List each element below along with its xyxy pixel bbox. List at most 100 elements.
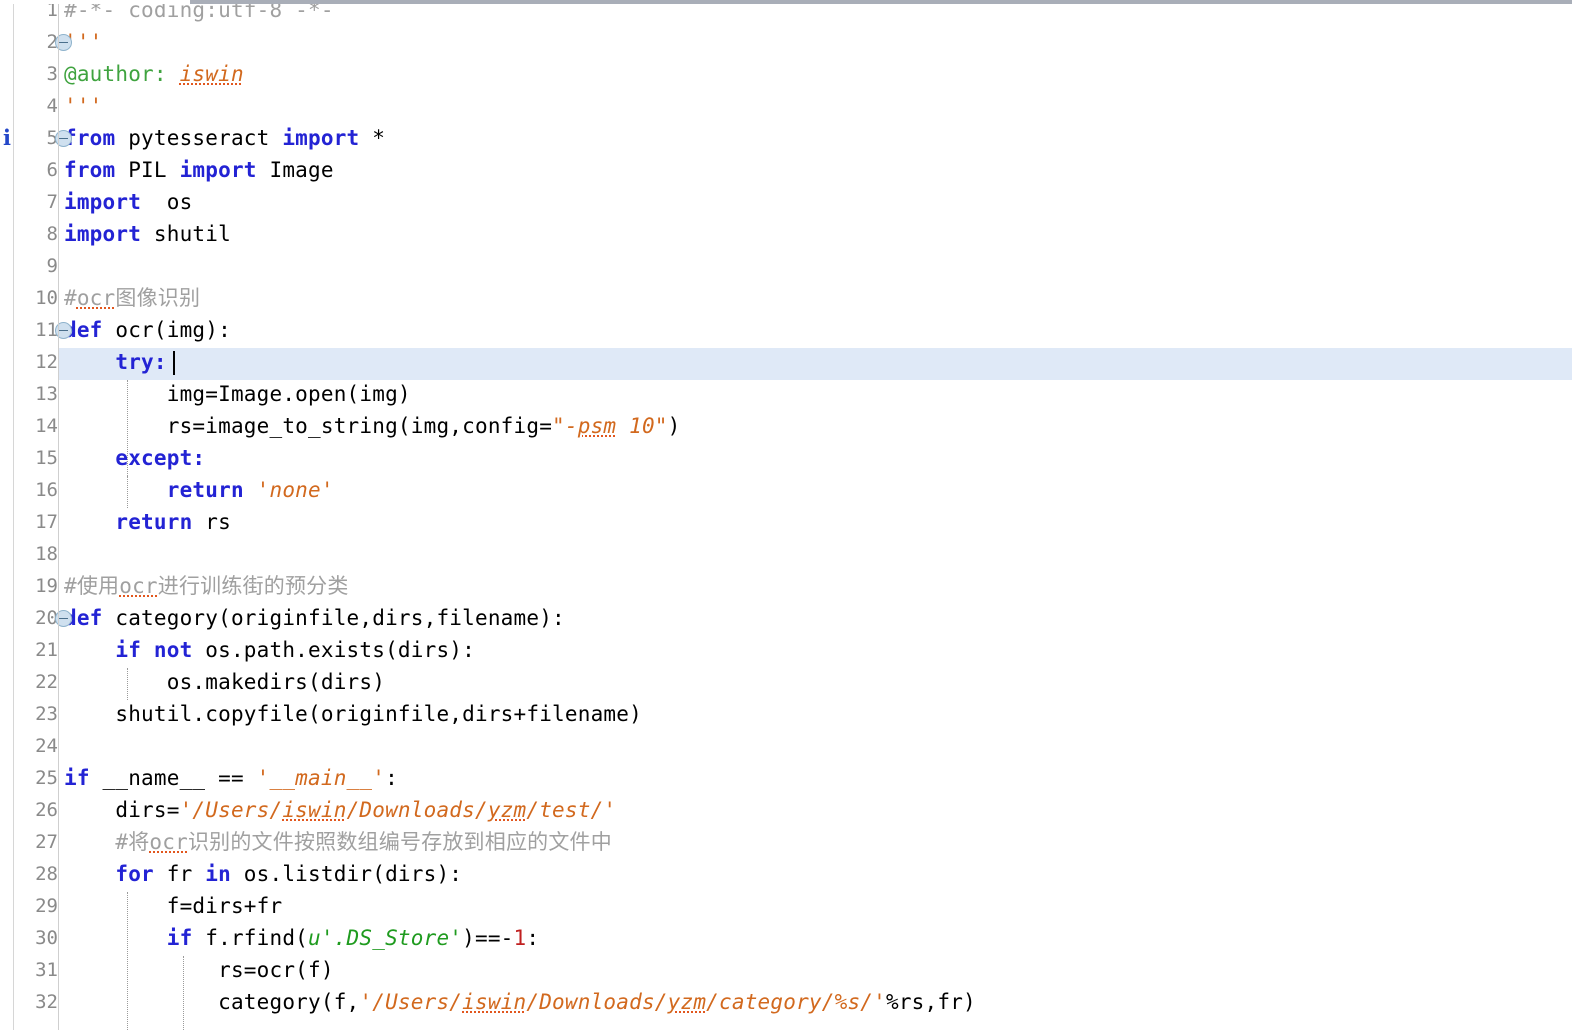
line-26-str-b: /Downloads/ (346, 798, 488, 822)
line-13-text: img=Image.open(img) (64, 382, 411, 406)
line-20-sig: category(originfile,dirs,filename): (102, 606, 565, 630)
code-line-14[interactable]: rs=image_to_string(img,config="-psm 10") (64, 410, 681, 442)
code-line-10[interactable]: #ocr图像识别 (64, 282, 200, 314)
line-3-tag: @author: (64, 62, 167, 86)
code-editor-viewport[interactable]: i 1 2 3 4 5 6 7 8 9 10 11 12 13 14 15 16 17 18 19 20 21 22 23 2… (0, 0, 1572, 1030)
kw-if: if (115, 638, 142, 662)
code-line-17[interactable]: return rs (64, 506, 231, 538)
line-6-module: PIL (115, 158, 180, 182)
code-line-28[interactable]: for fr in os.listdir(dirs): (64, 858, 462, 890)
code-line-11[interactable]: def ocr(img): (64, 314, 231, 346)
line-21-expr: os.path.exists(dirs): (192, 638, 475, 662)
line-6-name: Image (256, 158, 334, 182)
line-number-15: 15 (35, 447, 58, 469)
line-32-str-iswin: iswin (462, 990, 527, 1014)
line-26-str-c: /test/' (526, 798, 617, 822)
line-10-ocr: ocr (76, 286, 116, 310)
kw-import: import (179, 158, 257, 182)
line-number-12: 12 (35, 351, 58, 373)
line-number-9: 9 (46, 255, 58, 277)
line-32-call: category(f, (64, 990, 360, 1014)
code-line-26[interactable]: dirs='/Users/iswin/Downloads/yzm/test/' (64, 794, 616, 826)
line-19-cn: 进行训练街的预分类 (157, 574, 349, 598)
line-number-18: 18 (35, 543, 58, 565)
code-line-25[interactable]: if __name__ == '__main__': (64, 762, 398, 794)
line-30-num: 1 (513, 926, 527, 950)
line-16-indent (64, 478, 167, 502)
code-line-27[interactable]: #将ocr识别的文件按照数组编号存放到相应的文件中 (64, 826, 612, 858)
line-32-str-yzm: yzm (667, 990, 707, 1014)
line-number-11: 11 (35, 319, 58, 341)
line-17-var: rs (192, 510, 231, 534)
line-12-indent (64, 350, 115, 374)
line-30-ustr: u'.DS_Store' (308, 926, 463, 950)
line-32-str-c: /category/%s/' (706, 990, 886, 1014)
code-line-3[interactable]: @author: iswin (64, 58, 244, 90)
code-text-area[interactable]: #-*- coding:utf-8 -*- ''' @author: iswin… (59, 0, 1572, 1030)
line-number-17: 17 (35, 511, 58, 533)
line-25-colon: : (385, 766, 398, 790)
line-30-op: )==- (462, 926, 514, 950)
text-caret (173, 351, 175, 375)
code-line-16[interactable]: return 'none' (64, 474, 334, 506)
code-line-22[interactable]: os.makedirs(dirs) (64, 666, 385, 698)
line-8-name: shutil (141, 222, 231, 246)
code-line-30[interactable]: if f.rfind(u'.DS_Store')==-1: (64, 922, 539, 954)
code-line-15[interactable]: except: (64, 442, 205, 474)
info-marker-icon[interactable]: i (0, 122, 14, 154)
code-line-32[interactable]: category(f,'/Users/iswin/Downloads/yzm/c… (64, 986, 976, 1018)
code-line-8[interactable]: import shutil (64, 218, 231, 250)
line-number-4: 4 (46, 95, 58, 117)
current-line-highlight (59, 348, 1572, 380)
kw-import: import (64, 222, 142, 246)
line-5-module: pytesseract (115, 126, 283, 150)
code-line-23[interactable]: shutil.copyfile(originfile,dirs+filename… (64, 698, 642, 730)
line-number-20: 20 (35, 607, 58, 629)
code-line-13[interactable]: img=Image.open(img) (64, 378, 411, 410)
code-line-6[interactable]: from PIL import Image (64, 154, 334, 186)
line-19-hash: #使用 (64, 574, 120, 598)
line-14-str-psm: psm (577, 414, 617, 438)
line-number-27: 27 (35, 831, 58, 853)
line-22-text: os.makedirs(dirs) (64, 670, 386, 694)
line-number-21: 21 (35, 639, 58, 661)
line-number-23: 23 (35, 703, 58, 725)
line-number-30: 30 (35, 927, 58, 949)
code-line-4[interactable]: ''' (64, 90, 103, 122)
line-number-gutter[interactable]: 1 2 3 4 5 6 7 8 9 10 11 12 13 14 15 16 17 18 19 20 21 22 23 24 2… (15, 0, 72, 1030)
line-number-32: 32 (35, 991, 58, 1013)
line-number-6: 6 (46, 159, 58, 181)
kw-from: from (64, 158, 116, 182)
line-26-str-a: '/Users/ (179, 798, 283, 822)
line-29-text: f=dirs+fr (64, 894, 283, 918)
viewport-top-border (0, 0, 1572, 4)
line-number-16: 16 (35, 479, 58, 501)
code-line-12[interactable]: try: (64, 346, 167, 378)
kw-try: try: (115, 350, 167, 374)
line-number-31: 31 (35, 959, 58, 981)
line-10-cn: 图像识别 (115, 286, 201, 310)
line-number-26: 26 (35, 799, 58, 821)
code-line-29[interactable]: f=dirs+fr (64, 890, 282, 922)
line-28-var: fr (153, 862, 206, 886)
code-line-31[interactable]: rs=ocr(f) (64, 954, 334, 986)
line-number-19: 19 (35, 575, 58, 597)
line-17-indent (64, 510, 115, 534)
line-number-22: 22 (35, 671, 58, 693)
code-line-21[interactable]: if not os.path.exists(dirs): (64, 634, 475, 666)
marker-gutter-column[interactable]: i (0, 0, 14, 1030)
line-26-var: dirs= (64, 798, 180, 822)
code-line-19[interactable]: #使用ocr进行训练街的预分类 (64, 570, 349, 602)
line-number-24: 24 (35, 735, 58, 757)
line-number-5: 5 (46, 127, 58, 149)
code-line-20[interactable]: def category(originfile,dirs,filename): (64, 602, 565, 634)
code-line-7[interactable]: import os (64, 186, 192, 218)
code-line-5[interactable]: from pytesseract import * (64, 122, 385, 154)
line-number-7: 7 (46, 191, 58, 213)
line-26-str-yzm: yzm (487, 798, 527, 822)
line-number-2: 2 (46, 31, 58, 53)
line-30-colon: : (526, 926, 540, 950)
line-3-space (167, 62, 180, 86)
line-27-ocr: ocr (149, 830, 188, 854)
line-27-cn: 识别的文件按照数组编号存放到相应的文件中 (187, 830, 612, 854)
